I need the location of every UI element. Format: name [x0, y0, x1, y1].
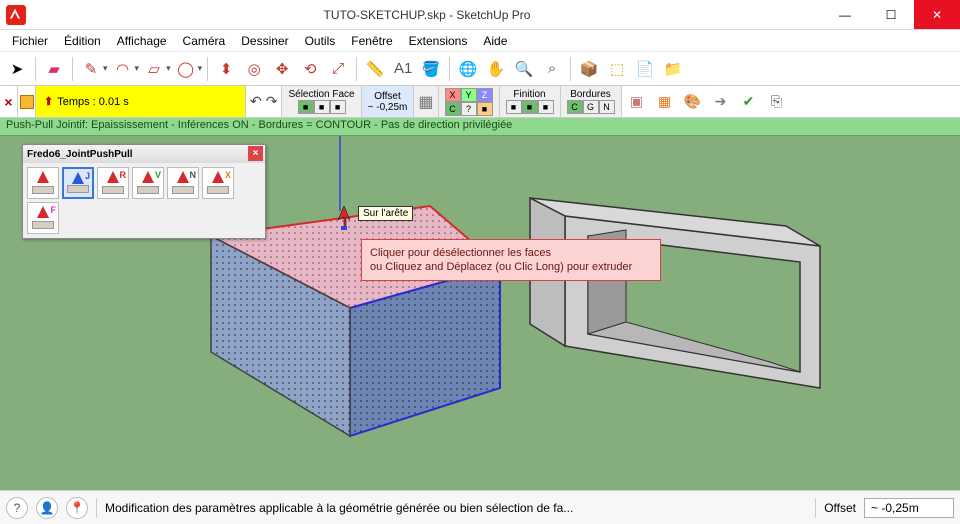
exit-icon[interactable]: ⎘ [766, 91, 788, 113]
eraser-tool-icon[interactable]: ▰ [41, 56, 67, 82]
fredo-tool-joint[interactable]: J [62, 167, 94, 199]
menu-fenetre[interactable]: Fenêtre [343, 32, 400, 50]
scale-tool-icon[interactable]: ⤢ [325, 56, 351, 82]
user-icon[interactable]: 👤 [36, 497, 58, 519]
redo-icon[interactable]: ↷ [266, 93, 278, 110]
arc-tool-icon[interactable]: ◠ [110, 56, 136, 82]
export-icon[interactable]: 📁 [660, 56, 686, 82]
cursor-icon [334, 204, 354, 224]
viewport-3d[interactable]: Fredo6_JointPushPull × J R V N X F Sur l… [0, 136, 960, 490]
fredo-tool-normal[interactable]: N [167, 167, 199, 199]
window-buttons: — ☐ ✕ [822, 0, 960, 29]
pushpull-tool-icon[interactable]: ⬍ [213, 56, 239, 82]
menu-bar: Fichier Édition Affichage Caméra Dessine… [0, 30, 960, 52]
move-tool-icon[interactable]: ✥ [269, 56, 295, 82]
palette-icon[interactable]: 🎨 [682, 91, 704, 113]
status-text: Modification des paramètres applicable à… [105, 501, 807, 515]
panel-rollup-icon[interactable] [18, 86, 36, 117]
undo-icon[interactable]: ↶ [250, 93, 262, 110]
tooltip-arete: Sur l'arête [358, 206, 413, 221]
zoom-tool-icon[interactable]: 🔍 [511, 56, 537, 82]
cube-orange-icon[interactable]: ▦ [654, 91, 676, 113]
cube-wireframe-icon[interactable]: ▣ [626, 91, 648, 113]
undo-redo-group: ↶ ↷ [246, 86, 282, 117]
menu-affichage[interactable]: Affichage [109, 32, 175, 50]
circle-tool-icon[interactable]: ◯ [173, 56, 199, 82]
paint-tool-icon[interactable]: 🪣 [418, 56, 444, 82]
minimize-button[interactable]: — [822, 0, 868, 29]
arrow-right-icon[interactable]: ➔ [710, 91, 732, 113]
fredo-tool-1[interactable] [27, 167, 59, 199]
selection-face-panel[interactable]: Sélection Face ■■■ [282, 86, 361, 117]
panel-close-icon[interactable]: × [0, 86, 18, 117]
fredo-tool-follow[interactable]: F [27, 202, 59, 234]
check-icon[interactable]: ✔ [738, 91, 760, 113]
hint-line-2: ou Cliquez and Déplacez (ou Clic Long) p… [370, 260, 652, 274]
hint-line-1: Cliquer pour désélectionner les faces [370, 246, 652, 260]
fredo-tool-vector[interactable]: V [132, 167, 164, 199]
hint-box: Cliquer pour désélectionner les faces ou… [361, 239, 661, 281]
help-icon[interactable]: ? [6, 497, 28, 519]
menu-dessiner[interactable]: Dessiner [233, 32, 296, 50]
fredo6-title[interactable]: Fredo6_JointPushPull × [23, 145, 265, 163]
offset-panel[interactable]: Offset ~ -0,25m [362, 86, 415, 117]
window-title: TUTO-SKETCHUP.skp - SketchUp Pro [32, 8, 822, 22]
title-bar: TUTO-SKETCHUP.skp - SketchUp Pro — ☐ ✕ [0, 0, 960, 30]
warehouse-icon[interactable]: 📦 [576, 56, 602, 82]
select-tool-icon[interactable]: ➤ [4, 56, 30, 82]
tape-tool-icon[interactable]: 📏 [362, 56, 388, 82]
status-bar: ? 👤 📍 Modification des paramètres applic… [0, 490, 960, 524]
bordures-panel[interactable]: Bordures CGN [561, 86, 622, 117]
menu-camera[interactable]: Caméra [175, 32, 234, 50]
menu-aide[interactable]: Aide [475, 32, 515, 50]
menu-edition[interactable]: Édition [56, 32, 109, 50]
geo-icon[interactable]: 📍 [66, 497, 88, 519]
secondary-toolbar: × ⬆Temps : 0.01 s ↶ ↷ Sélection Face ■■■… [0, 86, 960, 118]
info-bar: Push-Pull Jointif: Epaississement - Infé… [0, 118, 960, 136]
status-offset-label: Offset [824, 501, 856, 515]
fredo-tool-round[interactable]: R [97, 167, 129, 199]
close-button[interactable]: ✕ [914, 0, 960, 29]
right-icon-group: ▣ ▦ 🎨 ➔ ✔ ⎘ [622, 86, 960, 117]
finition-panel[interactable]: Finition ■■■ [500, 86, 561, 117]
line-tool-icon[interactable]: ✎ [78, 56, 104, 82]
pan-tool-icon[interactable]: ✋ [483, 56, 509, 82]
status-offset-input[interactable]: ~ -0,25m [864, 498, 954, 518]
offset-tool-icon[interactable]: ◎ [241, 56, 267, 82]
fredo6-close-icon[interactable]: × [248, 146, 263, 161]
main-toolbar: ➤ ▰ ✎▾ ◠▾ ▱▾ ◯▾ ⬍ ◎ ✥ ⟲ ⤢ 📏 A1 🪣 🌐 ✋ 🔍 ⌕… [0, 52, 960, 86]
menu-extensions[interactable]: Extensions [401, 32, 476, 50]
fredo-tool-extrude[interactable]: X [202, 167, 234, 199]
grid-icon-panel[interactable]: ▦ [414, 86, 438, 117]
orbit-tool-icon[interactable]: 🌐 [455, 56, 481, 82]
extension-icon[interactable]: ⬚ [604, 56, 630, 82]
maximize-button[interactable]: ☐ [868, 0, 914, 29]
rotate-tool-icon[interactable]: ⟲ [297, 56, 323, 82]
layout-icon[interactable]: 📄 [632, 56, 658, 82]
app-icon [6, 5, 26, 25]
text-tool-icon[interactable]: A1 [390, 56, 416, 82]
rectangle-tool-icon[interactable]: ▱ [141, 56, 167, 82]
menu-fichier[interactable]: Fichier [4, 32, 56, 50]
zoom-extents-icon[interactable]: ⌕ [539, 56, 565, 82]
timer-display: ⬆Temps : 0.01 s [36, 86, 246, 117]
menu-outils[interactable]: Outils [297, 32, 344, 50]
fredo6-toolbar[interactable]: Fredo6_JointPushPull × J R V N X F [22, 144, 266, 239]
xyz-panel[interactable]: X Y Z C ? ■ [439, 86, 500, 117]
